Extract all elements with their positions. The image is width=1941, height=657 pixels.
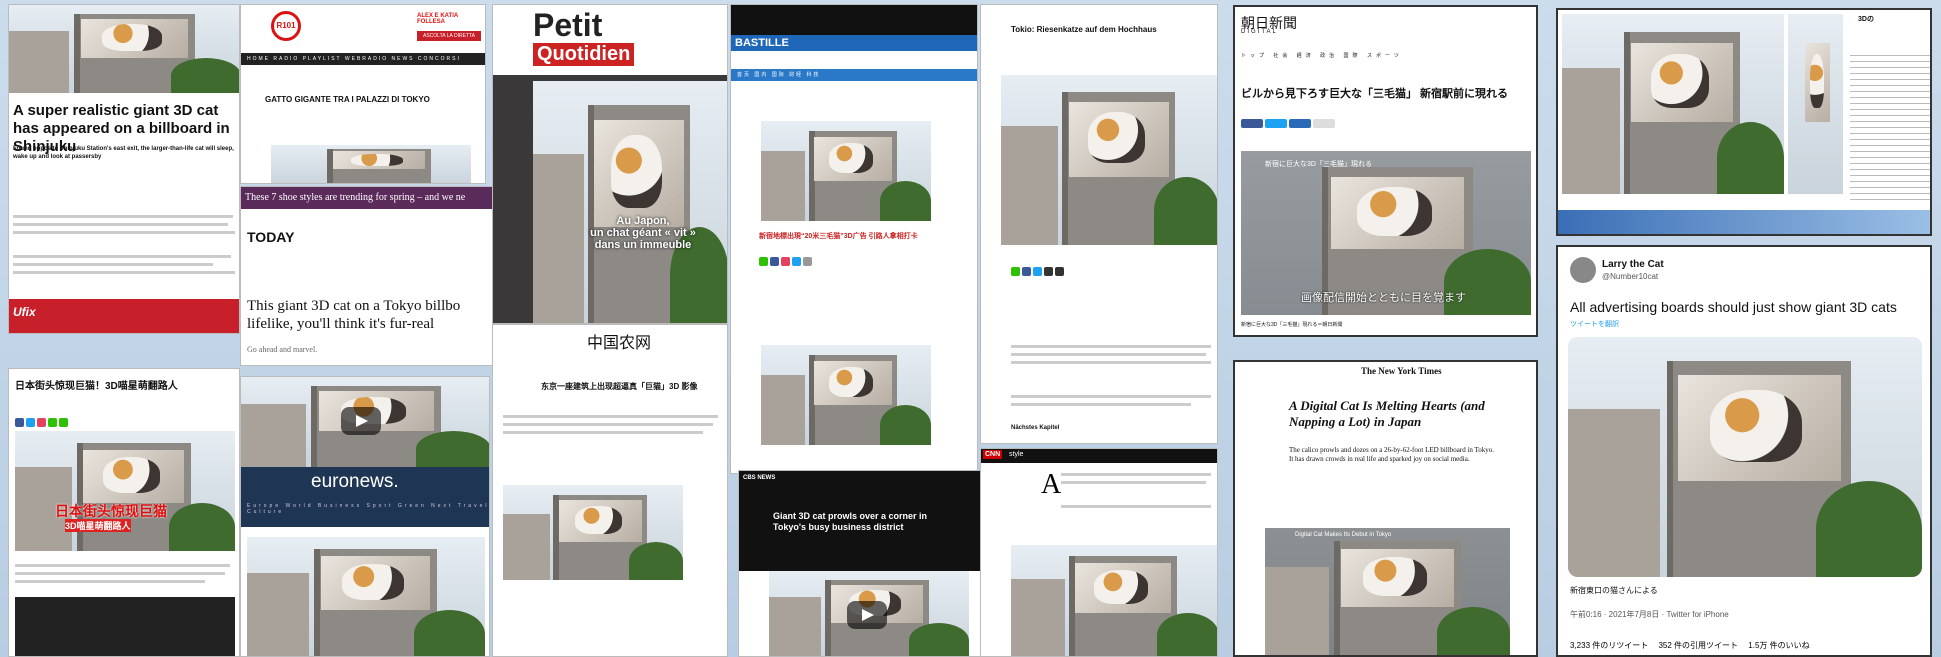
today-logo: TODAY <box>247 229 295 245</box>
quotidien-logo: Quotidien <box>533 43 635 66</box>
tweet-timestamp[interactable]: 午前0:16 · 2021年7月8日 · Twitter for iPhone <box>1570 609 1729 620</box>
footer-banner: Ufix <box>9 299 239 333</box>
article-card-cnn[interactable]: CNN style A <box>980 448 1218 657</box>
cat-billboard-image <box>1562 14 1784 194</box>
article-card-chinese-news[interactable]: BASTILLE 首页 国内 国际 财经 科技 新宿地標出現“20米三毛猫”3D… <box>730 4 978 474</box>
article-card-petit-quotidien[interactable]: Petit Quotidien Au Japon, un chat géant … <box>492 4 728 324</box>
article-card-chinese[interactable]: 日本街头惊现巨猫！3D喵星萌翻路人 日本街头惊现巨猫 3D喵星萌翻路人 <box>8 368 240 657</box>
article-card-timeout[interactable]: A super realistic giant 3D cat has appea… <box>8 4 240 334</box>
article-title[interactable]: Giant 3D cat prowls over a corner in Tok… <box>773 511 953 533</box>
quote-count[interactable]: 352 件の引用ツイート <box>1658 641 1738 650</box>
image-credit[interactable]: 新宿東口の猫さんによる <box>1570 585 1658 596</box>
article-subtitle: Go ahead and marvel. <box>247 345 318 354</box>
video-caption: 新宿に巨大な3D「三毛猫」現れる＝朝日新聞 <box>1241 322 1343 328</box>
tweet-card[interactable]: Larry the Cat @Number10cat All advertisi… <box>1556 245 1932 657</box>
petit-logo: Petit <box>533 7 603 43</box>
nav-bar[interactable]: HOME RADIO PLAYLIST WEBRADIO NEWS CONCOR… <box>241 53 485 74</box>
tweet-handle[interactable]: @Number10cat <box>1602 272 1658 281</box>
article-subtitle: The calico prowls and dozes on a 26-by-6… <box>1289 446 1495 463</box>
article-title[interactable]: A Digital Cat Is Melting Hearts (and Nap… <box>1289 398 1509 430</box>
cat-billboard-image <box>1001 75 1217 245</box>
article-card-asahi[interactable]: 朝日新聞 DIGITAL トップ 社会 経済 政治 国際 スポーツ ビルから見下… <box>1233 5 1538 337</box>
cat-billboard-image <box>9 5 239 93</box>
r101-logo: R101 <box>271 11 301 41</box>
nav-bar[interactable]: 首页 国内 国际 财经 科技 <box>731 69 977 81</box>
tweet-author-name[interactable]: Larry the Cat <box>1602 259 1664 270</box>
nav-bar[interactable]: Europe World Business Sport Green Next T… <box>247 503 489 515</box>
promo-banner[interactable]: These 7 shoe styles are trending for spr… <box>241 187 501 209</box>
cbs-logo: CBS NEWS <box>743 475 776 481</box>
retweet-count[interactable]: 3,233 件のリツイート <box>1570 641 1648 650</box>
article-card-nyt[interactable]: The New York Times A Digital Cat Is Melt… <box>1233 360 1538 657</box>
newspaper-clipping: 3Dの <box>1556 8 1932 236</box>
article-title[interactable]: Tokio: Riesenkatze auf dem Hochhaus <box>1011 25 1157 34</box>
article-title[interactable]: GATTO GIGANTE TRA I PALAZZI DI TOKYO <box>265 95 430 104</box>
article-card-cbs[interactable]: CBS NEWS Giant 3D cat prowls over a corn… <box>738 470 982 657</box>
tweet-text: All advertising boards should just show … <box>1570 299 1897 315</box>
banner-subtext: 3D喵星萌翻路人 <box>65 519 131 532</box>
clip-heading: 3Dの <box>1858 16 1874 23</box>
article-card-today[interactable]: These 7 shoe styles are trending for spr… <box>240 186 502 366</box>
video-player[interactable] <box>15 597 235 656</box>
fr-caption-1: Au Japon, <box>616 215 670 227</box>
site-logo: Ufix <box>13 305 36 319</box>
cat-billboard-image <box>503 485 683 580</box>
article-card-chinese-farm[interactable]: 中国农网 东京一座建筑上出现超逼真「巨猫」3D 影像 <box>492 324 728 657</box>
site-logo: 中国农网 <box>587 335 652 352</box>
style-label: style <box>1009 451 1024 458</box>
listen-live-button[interactable]: ASCOLTA LA DIRETTA <box>417 31 481 41</box>
article-title[interactable]: 东京一座建筑上出现超逼真「巨猫」3D 影像 <box>541 381 697 392</box>
video-subtitle: 画像配信開始とともに目を覚ます <box>1301 292 1466 304</box>
avatar[interactable] <box>1570 257 1596 283</box>
cat-billboard-image <box>241 377 489 467</box>
article-card-euronews[interactable]: euronews. Europe World Business Sport Gr… <box>240 376 490 657</box>
cnn-logo: CNN <box>983 450 1003 459</box>
video-title: Digital Cat Makes Its Debut in Tokyo <box>1295 532 1392 538</box>
cat-billboard-image <box>1011 545 1217 656</box>
nyt-logo: The New York Times <box>1361 366 1442 376</box>
collage: A super realistic giant 3D cat has appea… <box>0 0 1941 657</box>
cat-billboard-image: 日本街头惊现巨猫 3D喵星萌翻路人 <box>15 431 235 551</box>
like-count[interactable]: 1.5万 件のいいね <box>1748 641 1809 650</box>
cat-billboard-image <box>761 121 931 221</box>
article-title[interactable]: ビルから見下ろす巨大な「三毛猫」 新宿駅前に現れる <box>1241 85 1536 101</box>
translate-link[interactable]: ツイートを翻訳 <box>1570 319 1619 329</box>
fr-caption-3: dans un immeuble <box>594 239 692 251</box>
next-chapter-label: Nächstes Kapitel <box>1011 425 1060 431</box>
host-label: ALEX E KATIA FOLLESA <box>417 13 459 25</box>
tweet-image[interactable] <box>1568 337 1922 577</box>
video-player[interactable]: Digital Cat Makes Its Debut in Tokyo <box>1265 528 1510 655</box>
cat-thumbnails <box>1788 14 1843 194</box>
cat-billboard-image <box>769 571 969 656</box>
banner-text: 日本街头惊现巨猫 <box>55 503 167 519</box>
nav-bar[interactable]: トップ 社会 経済 政治 国際 スポーツ <box>1241 52 1403 59</box>
fr-caption-2: un chat géant « vit » <box>590 227 696 239</box>
video-title: 新宿に巨大な3D「三毛猫」現れる <box>1265 161 1372 168</box>
article-title[interactable]: 新宿地標出現“20米三毛猫”3D广告 引路人拿相打卡 <box>759 231 949 241</box>
cat-billboard-image <box>247 537 485 656</box>
article-subtitle: Found opposite Shinjuku Station's east e… <box>13 146 234 160</box>
euronews-logo: euronews. <box>311 471 399 492</box>
video-player[interactable]: 新宿に巨大な3D「三毛猫」現れる 画像配信開始とともに目を覚ます <box>1241 151 1531 315</box>
article-title[interactable]: 日本街头惊现巨猫！3D喵星萌翻路人 <box>15 377 178 392</box>
article-card-r101[interactable]: R101 ALEX E KATIA FOLLESA ASCOLTA LA DIR… <box>240 4 486 184</box>
cat-billboard-image <box>271 145 471 183</box>
cat-billboard-image <box>761 345 931 445</box>
article-card-german[interactable]: Tokio: Riesenkatze auf dem Hochhaus Näch… <box>980 4 1218 444</box>
asahi-logo-sub: DIGITAL <box>1241 29 1278 35</box>
cat-billboard-image <box>533 81 727 323</box>
article-title[interactable]: This giant 3D cat on a Tokyo billbo life… <box>247 297 501 333</box>
site-logo: BASTILLE <box>731 35 977 51</box>
